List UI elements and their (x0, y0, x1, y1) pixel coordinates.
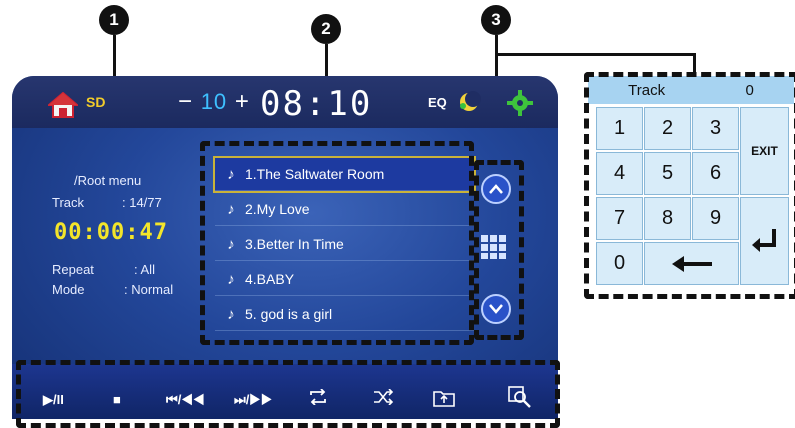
volume-down-button[interactable]: − (178, 88, 193, 115)
mode-value: : Normal (124, 282, 174, 297)
callout-3: 3 (481, 5, 511, 35)
track-label: Track (52, 195, 85, 210)
repeat-label: Repeat (52, 262, 94, 277)
annotation-frame-scroll (474, 160, 524, 340)
eq-button[interactable]: EQ (428, 95, 447, 110)
annotation-frame-list (200, 141, 474, 345)
folder-path: /Root menu (74, 173, 142, 188)
callout-2: 2 (311, 14, 341, 44)
repeat-value: : All (134, 262, 155, 277)
home-icon[interactable] (46, 91, 80, 123)
mode-label: Mode (52, 282, 85, 297)
volume-control: − 10 + (178, 88, 250, 116)
callout-3-leader-h (495, 53, 696, 56)
gear-icon[interactable] (507, 90, 533, 121)
moon-icon[interactable] (457, 90, 481, 119)
source-label: SD (86, 94, 106, 110)
volume-level: 10 (200, 89, 228, 114)
callout-1: 1 (99, 5, 129, 35)
annotation-frame-keypad (584, 72, 795, 299)
track-value: : 14/77 (122, 195, 162, 210)
elapsed-time: 00:00:47 (54, 220, 168, 245)
clock: 08:10 (260, 84, 373, 124)
volume-up-button[interactable]: + (235, 88, 250, 115)
annotation-frame-controls (16, 360, 560, 428)
